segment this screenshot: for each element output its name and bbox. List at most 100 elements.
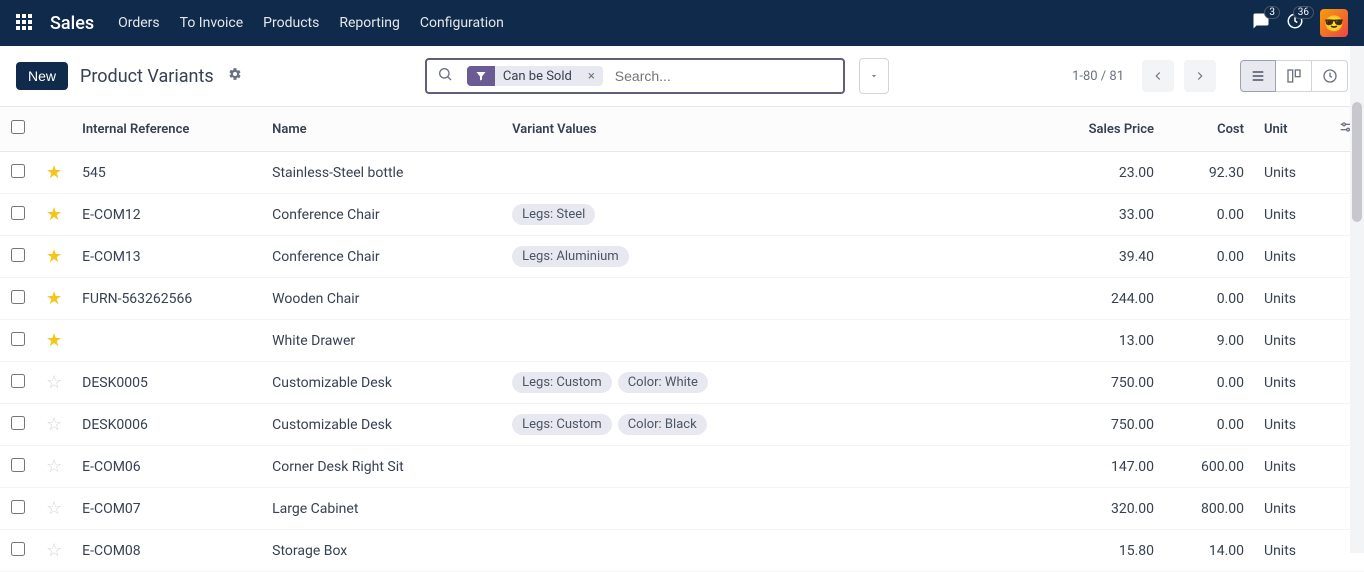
table-row[interactable]: ★FURN-563262566Wooden Chair244.000.00Uni…	[0, 278, 1364, 320]
apps-launcher-icon[interactable]	[16, 14, 34, 32]
table-row[interactable]: ★E-COM13Conference ChairLegs: Aluminium3…	[0, 236, 1364, 278]
row-checkbox[interactable]	[11, 164, 25, 178]
favorite-star-icon[interactable]: ☆	[46, 372, 62, 393]
table-row[interactable]: ☆DESK0006Customizable DeskLegs: CustomCo…	[0, 404, 1364, 446]
cell-sales-price: 147.00	[1044, 446, 1164, 488]
cell-variant-values	[502, 446, 1044, 488]
cell-sales-price: 33.00	[1044, 194, 1164, 236]
cell-variant-values: Legs: Custom Color: Black	[502, 404, 1044, 446]
nav-item-orders[interactable]: Orders	[118, 15, 160, 31]
cell-name: White Drawer	[262, 320, 502, 362]
pager-text[interactable]: 1-80 / 81	[1072, 69, 1124, 84]
row-checkbox[interactable]	[11, 332, 25, 346]
cell-sales-price: 244.00	[1044, 278, 1164, 320]
pager-next-button[interactable]	[1184, 60, 1216, 92]
favorite-star-icon[interactable]: ★	[46, 162, 62, 183]
favorite-star-icon[interactable]: ☆	[46, 414, 62, 435]
cell-cost: 14.00	[1164, 530, 1254, 572]
favorite-star-icon[interactable]: ★	[46, 288, 62, 309]
cell-unit: Units	[1254, 446, 1324, 488]
cell-variant-values	[502, 152, 1044, 194]
nav-item-products[interactable]: Products	[263, 15, 319, 31]
table-row[interactable]: ★E-COM12Conference ChairLegs: Steel33.00…	[0, 194, 1364, 236]
search-dropdown-toggle[interactable]	[859, 58, 889, 94]
header-unit[interactable]: Unit	[1254, 107, 1324, 152]
nav-item-reporting[interactable]: Reporting	[339, 15, 400, 31]
favorite-star-icon[interactable]: ★	[46, 204, 62, 225]
row-checkbox[interactable]	[11, 290, 25, 304]
funnel-icon	[467, 66, 495, 86]
cell-cost: 0.00	[1164, 236, 1254, 278]
filter-chip-label: Can be Sold	[495, 69, 580, 84]
header-cost[interactable]: Cost	[1164, 107, 1254, 152]
cell-internal-reference: FURN-563262566	[72, 278, 262, 320]
messages-icon[interactable]: 3	[1252, 12, 1270, 34]
table-row[interactable]: ☆E-COM08Storage Box15.8014.00Units	[0, 530, 1364, 572]
cell-cost: 0.00	[1164, 404, 1254, 446]
row-checkbox[interactable]	[11, 542, 25, 556]
page-title: Product Variants	[80, 66, 214, 87]
row-checkbox[interactable]	[11, 248, 25, 262]
search-icon[interactable]	[427, 66, 463, 86]
table-row[interactable]: ★545Stainless-Steel bottle23.0092.30Unit…	[0, 152, 1364, 194]
favorite-star-icon[interactable]: ☆	[46, 540, 62, 561]
filter-chip: Can be Sold ×	[467, 66, 603, 86]
view-activity-button[interactable]	[1312, 60, 1348, 92]
cell-sales-price: 15.80	[1044, 530, 1164, 572]
cell-unit: Units	[1254, 278, 1324, 320]
cell-name: Conference Chair	[262, 236, 502, 278]
activities-icon[interactable]: 36	[1286, 12, 1304, 34]
header-internal-reference[interactable]: Internal Reference	[72, 107, 262, 152]
cell-unit: Units	[1254, 362, 1324, 404]
cell-internal-reference: E-COM07	[72, 488, 262, 530]
cell-unit: Units	[1254, 152, 1324, 194]
new-button[interactable]: New	[16, 62, 68, 90]
cell-sales-price: 39.40	[1044, 236, 1164, 278]
search-input[interactable]	[607, 68, 843, 84]
header-variant-values[interactable]: Variant Values	[502, 107, 1044, 152]
user-avatar[interactable]: 😎	[1320, 9, 1348, 37]
row-checkbox[interactable]	[11, 374, 25, 388]
row-checkbox[interactable]	[11, 416, 25, 430]
header-sales-price[interactable]: Sales Price	[1044, 107, 1164, 152]
variant-tag: Color: Black	[618, 414, 707, 435]
filter-chip-close-icon[interactable]: ×	[580, 69, 603, 84]
cell-variant-values: Legs: Aluminium	[502, 236, 1044, 278]
row-checkbox[interactable]	[11, 458, 25, 472]
cell-name: Conference Chair	[262, 194, 502, 236]
variant-tag: Legs: Custom	[512, 414, 612, 435]
search-box: Can be Sold ×	[425, 58, 845, 94]
cell-cost: 0.00	[1164, 362, 1254, 404]
cell-internal-reference: DESK0005	[72, 362, 262, 404]
app-brand[interactable]: Sales	[50, 13, 94, 34]
view-kanban-button[interactable]	[1276, 60, 1312, 92]
table-row[interactable]: ☆E-COM06Corner Desk Right Sit147.00600.0…	[0, 446, 1364, 488]
view-list-button[interactable]	[1240, 60, 1276, 92]
pager-prev-button[interactable]	[1142, 60, 1174, 92]
favorite-star-icon[interactable]: ☆	[46, 498, 62, 519]
row-checkbox[interactable]	[11, 206, 25, 220]
favorite-star-icon[interactable]: ★	[46, 330, 62, 351]
table-row[interactable]: ★White Drawer13.009.00Units	[0, 320, 1364, 362]
cell-variant-values	[502, 320, 1044, 362]
cell-sales-price: 23.00	[1044, 152, 1164, 194]
cell-name: Customizable Desk	[262, 362, 502, 404]
select-all-checkbox[interactable]	[11, 120, 25, 134]
cell-variant-values: Legs: Steel	[502, 194, 1044, 236]
cell-internal-reference: E-COM08	[72, 530, 262, 572]
cell-unit: Units	[1254, 530, 1324, 572]
vertical-scrollbar[interactable]	[1350, 46, 1364, 553]
row-checkbox[interactable]	[11, 500, 25, 514]
table-row[interactable]: ☆DESK0005Customizable DeskLegs: CustomCo…	[0, 362, 1364, 404]
nav-item-to-invoice[interactable]: To Invoice	[180, 15, 244, 31]
favorite-star-icon[interactable]: ☆	[46, 456, 62, 477]
cell-unit: Units	[1254, 236, 1324, 278]
favorite-star-icon[interactable]: ★	[46, 246, 62, 267]
gear-icon[interactable]	[228, 67, 242, 85]
cell-name: Large Cabinet	[262, 488, 502, 530]
messages-badge: 3	[1264, 6, 1280, 19]
cell-unit: Units	[1254, 488, 1324, 530]
header-name[interactable]: Name	[262, 107, 502, 152]
nav-item-configuration[interactable]: Configuration	[420, 15, 504, 31]
table-row[interactable]: ☆E-COM07Large Cabinet320.00800.00Units	[0, 488, 1364, 530]
